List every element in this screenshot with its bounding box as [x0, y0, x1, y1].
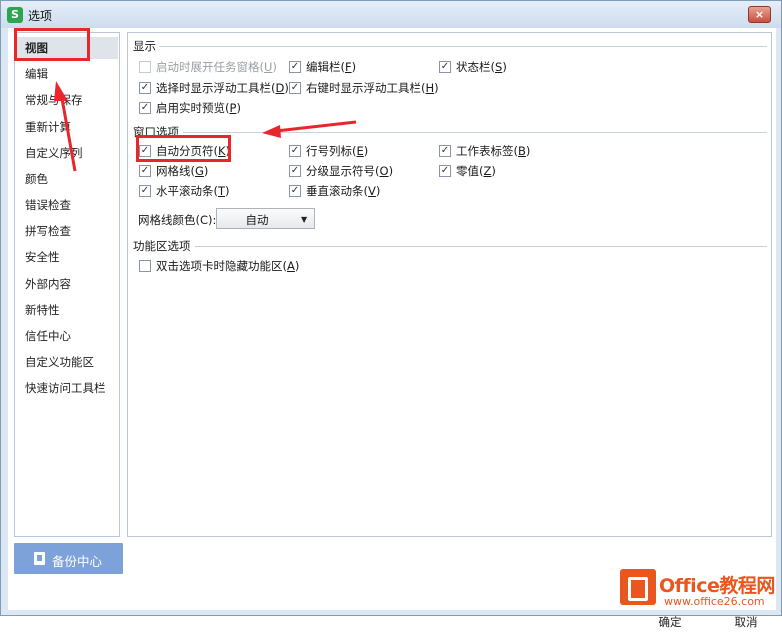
arrow-to-auto-page-break-icon	[262, 120, 357, 138]
watermark-title: Office教程网	[659, 575, 775, 597]
options-dialog: S 选项 × 视图 编辑 常规与保存 重新计算 自定义序列 颜色 错误检查 拼写…	[0, 0, 782, 629]
watermark-url: www.office26.com	[664, 595, 765, 608]
annotation-arrows	[54, 81, 357, 172]
office-logo-icon	[620, 569, 656, 605]
arrow-to-view-icon	[54, 81, 77, 172]
